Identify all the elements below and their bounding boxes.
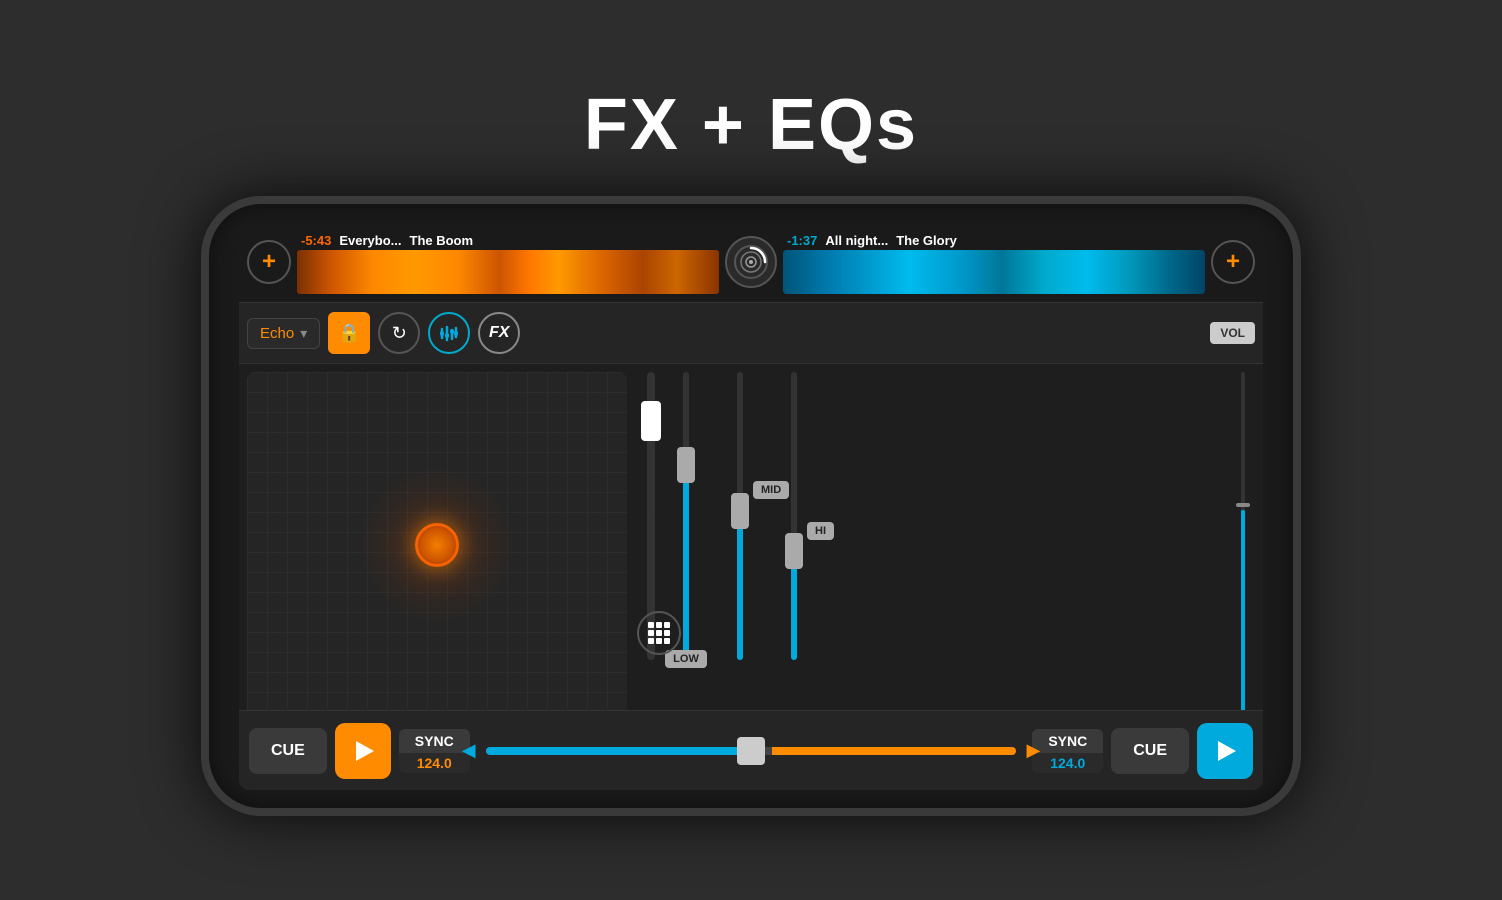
eq-button[interactable]	[428, 312, 470, 354]
left-bpm: 124.0	[399, 753, 470, 773]
right-track: All night...	[825, 233, 888, 248]
hi-fader-handle[interactable]	[785, 533, 803, 569]
left-sync-button[interactable]: SYNC	[399, 729, 470, 753]
crossfader-area[interactable]: ◀ ▶	[478, 747, 1025, 755]
mixer-area: LOW MID HI	[239, 364, 1263, 710]
chevron-down-icon: ▾	[300, 325, 307, 342]
phone-screen: + -5:43 Everybo... The Boom	[239, 222, 1263, 790]
left-cue-button[interactable]: CUE	[249, 728, 327, 774]
center-logo	[725, 236, 777, 288]
right-time: -1:37	[787, 233, 817, 248]
left-time: -5:43	[301, 233, 331, 248]
fx-select[interactable]: Echo ▾	[247, 318, 320, 349]
vol-label: VOL	[1210, 322, 1255, 344]
right-deck-info: -1:37 All night... The Glory	[783, 231, 1205, 294]
lock-button[interactable]: 🔒	[328, 312, 370, 354]
add-right-button[interactable]: +	[1211, 240, 1255, 284]
left-track: Everybo...	[339, 233, 401, 248]
fx-toggle-button[interactable]: FX	[478, 312, 520, 354]
low-fader: LOW	[675, 372, 697, 660]
mid-fader-handle[interactable]	[731, 493, 749, 529]
crossfader-handle[interactable]	[737, 737, 765, 765]
transport-bar: CUE SYNC 124.0 ◀ ▶ SYNC 124	[239, 710, 1263, 790]
plus-right-icon: +	[1226, 248, 1240, 276]
plus-left-icon: +	[262, 248, 276, 276]
right-waveform[interactable]	[783, 250, 1205, 294]
low-label: LOW	[665, 650, 707, 668]
mid-fader: MID	[729, 372, 751, 660]
crossfader-track[interactable]	[486, 747, 1017, 755]
left-album: The Boom	[410, 233, 474, 248]
lock-icon: 🔒	[338, 323, 360, 344]
hi-label: HI	[807, 522, 834, 540]
left-play-icon	[356, 741, 374, 761]
vol-fader-handle[interactable]	[1236, 503, 1250, 507]
right-play-icon	[1218, 741, 1236, 761]
right-play-button[interactable]	[1197, 723, 1253, 779]
fx-pad[interactable]	[247, 372, 627, 710]
page-title: FX + EQs	[584, 84, 918, 166]
left-waveform[interactable]	[297, 250, 719, 294]
fx-name: Echo	[260, 325, 294, 342]
right-cue-button[interactable]: CUE	[1111, 728, 1189, 774]
fx-pad-dot	[415, 523, 459, 567]
left-play-button[interactable]	[335, 723, 391, 779]
top-bar: + -5:43 Everybo... The Boom	[239, 222, 1263, 302]
phone-wrapper: + -5:43 Everybo... The Boom	[201, 196, 1301, 816]
grid-icon	[648, 622, 670, 644]
right-sync-group: SYNC 124.0	[1032, 729, 1103, 773]
add-left-button[interactable]: +	[247, 240, 291, 284]
reset-icon: ↻	[392, 323, 407, 344]
reset-button[interactable]: ↻	[378, 312, 420, 354]
left-deck-info: -5:43 Everybo... The Boom	[297, 231, 719, 294]
faders-area: LOW MID HI	[635, 364, 1231, 710]
left-sync-group: SYNC 124.0	[399, 729, 470, 773]
arrow-left-icon: ◀	[462, 740, 476, 761]
hi-fader: HI	[783, 372, 805, 660]
arrow-right-icon: ▶	[1026, 740, 1040, 761]
crossfader-right-fill	[772, 747, 1016, 755]
right-bpm: 124.0	[1032, 753, 1103, 773]
main-fader-handle[interactable]	[641, 401, 661, 441]
grid-button[interactable]	[637, 611, 681, 655]
crossfader-left-fill	[486, 747, 751, 755]
low-fader-handle[interactable]	[677, 447, 695, 483]
right-album: The Glory	[896, 233, 957, 248]
right-sync-button[interactable]: SYNC	[1032, 729, 1103, 753]
vol-fader[interactable]	[1235, 372, 1251, 710]
fx-label: FX	[489, 324, 509, 342]
controls-bar: Echo ▾ 🔒 ↻	[239, 302, 1263, 364]
